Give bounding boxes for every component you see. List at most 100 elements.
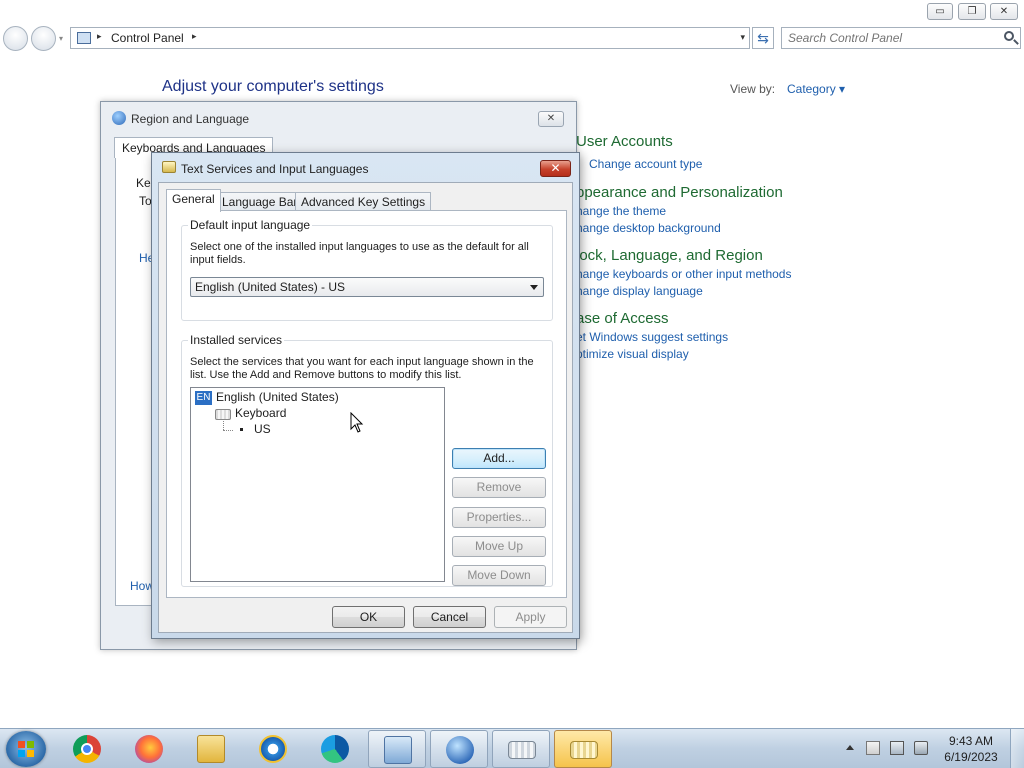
firefox-icon [135, 735, 163, 763]
tab-language-bar[interactable]: Language Bar [216, 192, 304, 211]
obscured-text-to: To [139, 194, 152, 208]
system-clock[interactable]: 9:43 AM 6/19/2023 [940, 733, 1002, 765]
globe-icon [112, 111, 126, 125]
tree-item-layout-us[interactable]: US [254, 422, 271, 436]
dialog-title: Region and Language [131, 112, 250, 126]
chrome-icon [73, 735, 101, 763]
view-by-label: View by: [730, 82, 776, 96]
taskbar-chrome[interactable] [58, 730, 116, 768]
page-title: Adjust your computer's settings [162, 78, 384, 95]
category-clock-language-region[interactable]: lock, Language, and Region [576, 247, 763, 264]
close-window-button[interactable]: ✕ [990, 3, 1018, 20]
taskbar-keyboard[interactable] [492, 730, 550, 768]
tab-general[interactable]: General [166, 189, 221, 212]
remove-button[interactable]: Remove [452, 477, 546, 498]
text-services-dialog: Text Services and Input Languages ✕ Gene… [151, 152, 580, 639]
breadcrumb-control-panel[interactable]: Control Panel [111, 31, 184, 45]
file-explorer-icon [197, 735, 225, 763]
taskbar-edge[interactable] [306, 730, 364, 768]
control-panel-icon [384, 736, 412, 764]
region-language-icon [446, 736, 474, 764]
tree-connector [223, 430, 233, 431]
taskbar-control-panel[interactable] [368, 730, 426, 768]
cancel-button[interactable]: Cancel [413, 606, 486, 628]
category-user-accounts[interactable]: User Accounts [576, 133, 673, 150]
link-change-desktop-background[interactable]: hange desktop background [576, 221, 721, 235]
show-hidden-icons-icon[interactable] [846, 745, 854, 750]
text-services-icon [162, 161, 176, 173]
link-change-keyboards[interactable]: hange keyboards or other input methods [576, 267, 791, 281]
view-by-dropdown[interactable]: Category ▾ [787, 82, 845, 96]
control-panel-icon [77, 32, 91, 44]
clock-date: 6/19/2023 [944, 750, 998, 764]
dialog-title: Text Services and Input Languages [181, 162, 369, 176]
taskbar-text-services[interactable] [554, 730, 612, 768]
internet-explorer-icon [259, 735, 287, 763]
services-tree[interactable]: EN English (United States) Keyboard US [190, 387, 445, 582]
address-history-dropdown-icon[interactable]: ▾ [740, 32, 745, 43]
taskbar: 9:43 AM 6/19/2023 [0, 728, 1024, 768]
default-language-group: Default input language Select one of the… [181, 218, 553, 321]
edge-icon [321, 735, 349, 763]
link-windows-suggest-settings[interactable]: et Windows suggest settings [576, 330, 728, 344]
group-description: Select the services that you want for ea… [190, 356, 534, 381]
recent-pages-dropdown-icon[interactable]: ▾ [59, 34, 63, 43]
search-icon[interactable] [1004, 31, 1014, 41]
network-icon[interactable] [890, 741, 904, 755]
apply-button[interactable]: Apply [494, 606, 567, 628]
action-center-flag-icon[interactable] [866, 741, 880, 755]
properties-button[interactable]: Properties... [452, 507, 546, 528]
general-tab-panel: Default input language Select one of the… [166, 210, 567, 598]
ok-button[interactable]: OK [332, 606, 405, 628]
address-bar[interactable]: ▸ Control Panel ▸ ▾ [70, 27, 750, 49]
clock-time: 9:43 AM [948, 734, 994, 748]
default-language-select[interactable]: English (United States) - US [190, 277, 544, 297]
address-bar-row: ▾ ▸ Control Panel ▸ ▾ ⇆ [0, 24, 1024, 54]
tree-item-keyboard[interactable]: Keyboard [235, 406, 286, 420]
keyboard-icon [508, 741, 536, 759]
obscured-text-keyboards: Ke [136, 176, 151, 190]
move-up-button[interactable]: Move Up [452, 536, 546, 557]
taskbar-firefox[interactable] [120, 730, 178, 768]
bullet-icon [240, 428, 243, 431]
show-desktop-button[interactable] [1010, 729, 1024, 768]
volume-muted-icon[interactable] [914, 741, 928, 755]
taskbar-file-explorer[interactable] [182, 730, 240, 768]
close-button[interactable]: ✕ [538, 111, 564, 127]
start-button[interactable] [6, 731, 46, 767]
installed-services-group: Installed services Select the services t… [181, 333, 553, 587]
dropdown-arrow-icon [530, 285, 538, 290]
breadcrumb-separator-icon[interactable]: ▸ [97, 31, 102, 42]
category-appearance[interactable]: ppearance and Personalization [576, 184, 783, 201]
taskbar-region-language[interactable] [430, 730, 488, 768]
search-box[interactable] [781, 27, 1021, 49]
language-badge: EN [195, 391, 212, 405]
back-button[interactable] [3, 26, 28, 51]
category-ease-of-access[interactable]: ase of Access [576, 310, 669, 327]
search-input[interactable] [788, 30, 988, 46]
close-button[interactable]: ✕ [540, 160, 571, 177]
tree-item-language[interactable]: English (United States) [216, 390, 339, 404]
move-down-button[interactable]: Move Down [452, 565, 546, 586]
tab-advanced-key-settings[interactable]: Advanced Key Settings [295, 192, 432, 211]
dialog-client-area: General Language Bar Advanced Key Settin… [158, 182, 573, 633]
maximize-button[interactable]: ❐ [958, 3, 986, 20]
add-button[interactable]: Add... [452, 448, 546, 469]
group-label: Installed services [188, 333, 285, 347]
link-optimize-visual-display[interactable]: ptimize visual display [576, 347, 689, 361]
link-change-display-language[interactable]: hange display language [576, 284, 703, 298]
selected-language: English (United States) - US [195, 280, 346, 294]
refresh-button[interactable]: ⇆ [752, 27, 774, 49]
forward-button[interactable] [31, 26, 56, 51]
text-services-icon [570, 741, 598, 759]
minimize-button[interactable]: ▭ [927, 3, 953, 20]
windows-logo-icon [18, 741, 34, 757]
breadcrumb-separator-icon[interactable]: ▸ [192, 31, 197, 42]
tree-connector [223, 421, 224, 430]
link-change-theme[interactable]: hange the theme [576, 204, 666, 218]
taskbar-internet-explorer[interactable] [244, 730, 302, 768]
keyboard-icon [215, 409, 231, 420]
group-label: Default input language [188, 218, 313, 232]
explorer-title-bar: ▭ ❐ ✕ [0, 0, 1024, 22]
link-change-account-type[interactable]: Change account type [589, 157, 702, 171]
